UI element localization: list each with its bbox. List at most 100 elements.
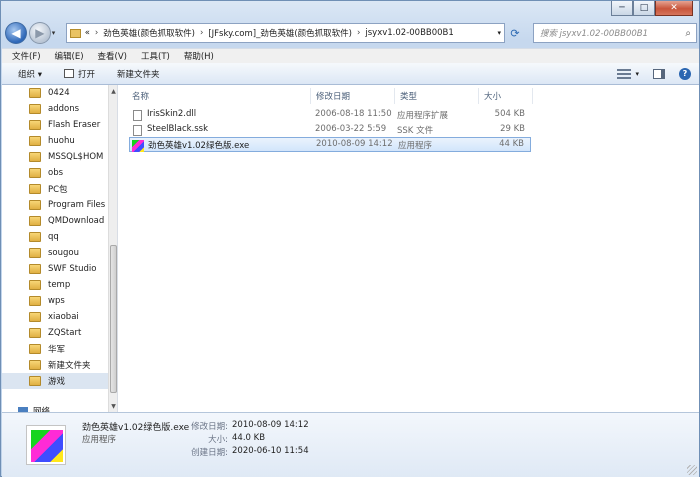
menu-file[interactable]: 文件(F) (12, 50, 41, 62)
tree-item[interactable]: addons (2, 101, 108, 117)
open-button[interactable]: 打开 (63, 68, 95, 80)
maximize-button[interactable]: □ (633, 1, 655, 16)
file-type: 应用程序 (398, 141, 433, 151)
tree-item[interactable]: Flash Eraser (2, 117, 108, 133)
help-icon[interactable]: ? (679, 67, 691, 80)
resize-grip[interactable] (687, 465, 697, 475)
details-created-label: 创建日期: (191, 448, 228, 458)
folder-icon (29, 280, 41, 290)
tree-item[interactable]: sougou (2, 245, 108, 261)
column-header-name[interactable]: 名称 (127, 88, 311, 104)
forward-button[interactable]: ▶ (28, 22, 51, 44)
folder-icon (29, 136, 41, 146)
column-header-type[interactable]: 类型 (395, 88, 479, 104)
tree-item[interactable]: Program Files (2, 197, 108, 213)
dll-file-icon (133, 110, 142, 121)
minimize-button[interactable]: ─ (611, 1, 633, 16)
preview-pane-icon[interactable] (653, 68, 665, 79)
breadcrumb-separator: › (199, 28, 204, 38)
tree-item[interactable]: 华军 (2, 341, 108, 357)
scrollbar-thumb[interactable] (110, 245, 117, 393)
tree-item-network[interactable]: 网络 (18, 405, 50, 412)
tree-item[interactable]: 新建文件夹 (2, 357, 108, 373)
folder-icon (29, 376, 41, 386)
menu-view[interactable]: 查看(V) (98, 50, 127, 62)
column-header-size[interactable]: 大小 (479, 88, 533, 104)
tree-item[interactable]: MSSQL$HOM (2, 149, 108, 165)
search-icon[interactable]: ⌕ (685, 28, 691, 39)
tree-item[interactable]: SWF Studio (2, 261, 108, 277)
details-file-type: 应用程序 (82, 435, 117, 445)
file-row-selected[interactable]: 劲色英雄v1.02绿色版.exe 2010-08-09 14:12 应用程序 4… (129, 137, 531, 152)
tree-item[interactable]: huohu (2, 133, 108, 149)
folder-icon (29, 216, 41, 226)
tree-item-selected[interactable]: 游戏 (2, 373, 108, 389)
file-name: IrisSkin2.dll (147, 109, 197, 119)
menu-tools[interactable]: 工具(T) (141, 50, 170, 62)
breadcrumb-item[interactable]: jsyxv1.02-00BB00B1 (365, 28, 453, 38)
folder-icon (29, 168, 41, 178)
breadcrumb-item[interactable]: 劲色英雄(颜色抓取软件) (103, 27, 195, 39)
folder-icon (69, 28, 81, 38)
chevron-down-icon[interactable]: ▾ (498, 29, 502, 37)
organize-button[interactable]: 组织 ▾ (18, 68, 42, 80)
content-area: 0424 addons Flash Eraser huohu MSSQL$HOM… (2, 85, 699, 412)
file-date: 2010-08-09 14:12 (316, 139, 393, 149)
ssk-file-icon (133, 125, 142, 136)
folder-icon (29, 200, 41, 210)
breadcrumb-overflow[interactable]: « (85, 28, 90, 38)
search-placeholder: 搜索 jsyxv1.02-00BB00B1 (539, 29, 649, 39)
open-icon (63, 69, 74, 78)
scroll-down-icon[interactable]: ▼ (109, 400, 117, 412)
details-pane: 劲色英雄v1.02绿色版.exe 应用程序 修改日期: 2010-08-09 1… (2, 412, 699, 477)
file-type: SSK 文件 (397, 126, 434, 136)
details-created-value: 2020-06-10 11:54 (232, 446, 309, 456)
open-label: 打开 (77, 69, 95, 80)
breadcrumb-item[interactable]: [JFsky.com]_劲色英雄(颜色抓取软件) (208, 27, 352, 39)
view-controls: ▾ ? (617, 67, 691, 80)
nav-pane-scrollbar[interactable]: ▲ ▼ (108, 85, 117, 412)
breadcrumb-separator: › (94, 28, 99, 38)
column-header-date[interactable]: 修改日期 (311, 88, 395, 104)
file-row[interactable]: IrisSkin2.dll 2006-08-18 11:50 应用程序扩展 50… (129, 108, 531, 123)
scroll-up-icon[interactable]: ▲ (109, 85, 117, 97)
file-size: 29 KB (500, 124, 525, 134)
tree-item[interactable]: QMDownload (2, 213, 108, 229)
details-modified-label: 修改日期: (191, 422, 228, 432)
menu-edit[interactable]: 编辑(E) (55, 50, 84, 62)
folder-icon (29, 312, 41, 322)
menu-help[interactable]: 帮助(H) (184, 50, 214, 62)
folder-icon (29, 104, 41, 114)
folder-icon (29, 232, 41, 242)
address-bar[interactable]: « › 劲色英雄(颜色抓取软件) › [JFsky.com]_劲色英雄(颜色抓取… (65, 23, 506, 43)
back-button[interactable]: ◀ (5, 22, 27, 44)
folder-icon (29, 328, 41, 338)
folder-icon (29, 344, 41, 354)
tree-item[interactable]: xiaobai (2, 309, 108, 325)
view-options-icon[interactable] (617, 68, 632, 79)
explorer-window: ─ □ ✕ ◀ ▶ ▾ « › 劲色英雄(颜色抓取软件) › [JFsky.co… (0, 0, 700, 477)
file-name: 劲色英雄v1.02绿色版.exe (148, 141, 250, 151)
folder-icon (29, 360, 41, 370)
tree-item[interactable]: obs (2, 165, 108, 181)
details-size-label: 大小: (208, 435, 228, 445)
tree-item[interactable]: wps (2, 293, 108, 309)
file-row[interactable]: SteelBlack.ssk 2006-03-22 5:59 SSK 文件 29… (129, 123, 531, 138)
tree-item[interactable]: temp (2, 277, 108, 293)
exe-file-icon (31, 430, 63, 462)
address-row: ◀ ▶ ▾ « › 劲色英雄(颜色抓取软件) › [JFsky.com]_劲色英… (5, 20, 697, 46)
menu-bar: 文件(F) 编辑(E) 查看(V) 工具(T) 帮助(H) (2, 48, 699, 63)
tree-item[interactable]: ZQStart (2, 325, 108, 341)
folder-icon (29, 296, 41, 306)
search-input[interactable]: 搜索 jsyxv1.02-00BB00B1 ⌕ (532, 23, 697, 43)
tree-item[interactable]: qq (2, 229, 108, 245)
tree-item[interactable]: PC包 (2, 181, 108, 197)
file-date: 2006-08-18 11:50 (315, 109, 392, 119)
close-button[interactable]: ✕ (655, 1, 693, 16)
folder-icon (29, 248, 41, 258)
chevron-down-icon[interactable]: ▾ (635, 70, 639, 78)
tree-item[interactable]: 0424 (2, 85, 108, 101)
refresh-icon[interactable]: ⟳ (505, 23, 525, 43)
new-folder-button[interactable]: 新建文件夹 (117, 68, 160, 80)
recent-pages-dropdown[interactable]: ▾ (52, 29, 62, 37)
